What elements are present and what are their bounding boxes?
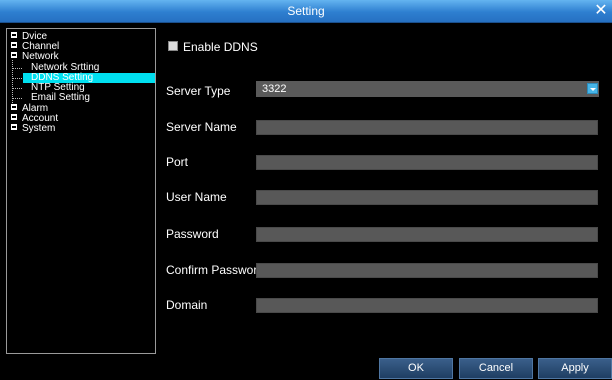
enable-ddns-row[interactable]: Enable DDNS xyxy=(168,40,258,54)
expand-icon[interactable] xyxy=(11,124,17,130)
confirm-password-input[interactable] xyxy=(256,263,598,278)
tree-connector xyxy=(12,60,13,103)
port-label: Port xyxy=(166,155,189,169)
port-input[interactable] xyxy=(256,155,598,170)
tree-connector xyxy=(13,98,22,99)
password-input[interactable] xyxy=(256,227,598,242)
expand-icon[interactable] xyxy=(11,32,17,38)
tree-connector xyxy=(13,78,22,79)
close-icon[interactable]: ✕ xyxy=(592,2,610,20)
tree-item-email-setting[interactable]: Email Setting xyxy=(31,93,90,103)
expand-icon[interactable] xyxy=(11,104,17,110)
cancel-button[interactable]: Cancel xyxy=(459,358,533,379)
apply-button[interactable]: Apply xyxy=(538,358,612,379)
settings-tree: Dvice Channel Network Network Srtting DD… xyxy=(6,28,156,354)
domain-input[interactable] xyxy=(256,298,598,313)
server-name-label: Server Name xyxy=(166,120,237,134)
window-title: Setting xyxy=(287,4,325,18)
server-type-select[interactable]: 3322 xyxy=(256,81,599,97)
domain-label: Domain xyxy=(166,298,208,312)
dropdown-arrow-icon[interactable] xyxy=(587,83,598,94)
tree-item-network[interactable]: Network xyxy=(11,52,59,62)
password-label: Password xyxy=(166,227,219,241)
server-type-label: Server Type xyxy=(166,84,231,98)
ddns-panel: Enable DDNS Server Type 3322 Server Name… xyxy=(160,22,612,356)
tree-connector xyxy=(13,68,22,69)
expand-icon[interactable] xyxy=(11,42,17,48)
title-bar: Setting ✕ xyxy=(0,0,612,23)
tree-connector xyxy=(13,88,22,89)
tree-item-system[interactable]: System xyxy=(11,124,55,134)
collapse-icon[interactable] xyxy=(11,52,17,58)
confirm-password-label: Confirm Password xyxy=(166,263,265,277)
enable-ddns-checkbox[interactable] xyxy=(168,41,178,51)
user-name-label: User Name xyxy=(166,190,227,204)
user-name-input[interactable] xyxy=(256,190,598,205)
server-type-value: 3322 xyxy=(262,83,287,95)
server-name-input[interactable] xyxy=(256,120,598,135)
ok-button[interactable]: OK xyxy=(379,358,453,379)
enable-ddns-label: Enable DDNS xyxy=(183,40,258,54)
expand-icon[interactable] xyxy=(11,114,17,120)
